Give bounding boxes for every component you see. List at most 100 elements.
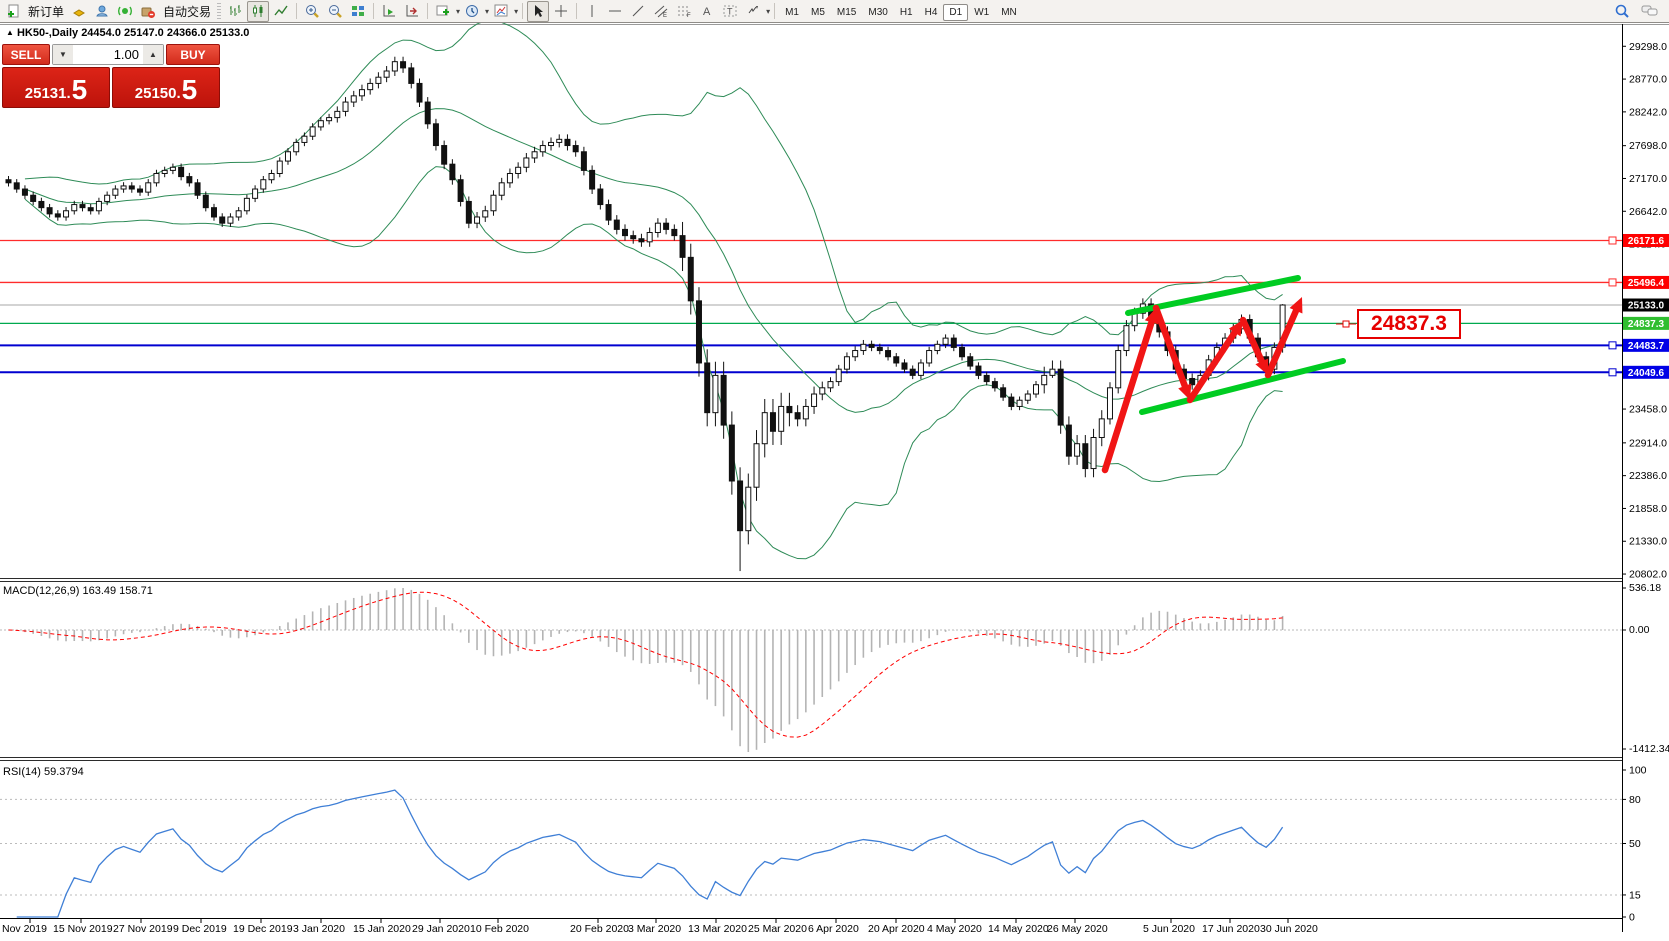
text-label-icon[interactable]: T xyxy=(719,1,741,22)
crosshair-icon[interactable] xyxy=(550,1,572,22)
bull-candle xyxy=(310,127,315,136)
price-tag-text: 26171.6 xyxy=(1628,236,1665,247)
timeframe-d1[interactable]: D1 xyxy=(943,4,968,21)
timeframe-m5[interactable]: M5 xyxy=(805,4,831,21)
bull-candle xyxy=(351,96,356,102)
zoom-in-icon[interactable] xyxy=(301,1,323,22)
arrows-icon[interactable] xyxy=(742,1,764,22)
price-tick-label: 27170.0 xyxy=(1629,173,1667,185)
chat-icon[interactable] xyxy=(1639,1,1661,22)
bear-candle xyxy=(590,170,595,189)
chart-area[interactable]: 29298.028770.028242.027698.027170.026642… xyxy=(0,0,1669,941)
fibonacci-icon[interactable]: F xyxy=(673,1,695,22)
auto-scroll-icon[interactable] xyxy=(378,1,400,22)
rsi-value: 59.3794 xyxy=(44,766,84,778)
trendline-icon[interactable] xyxy=(627,1,649,22)
bull-candle xyxy=(146,183,151,192)
line-chart-icon[interactable] xyxy=(270,1,292,22)
bull-candle xyxy=(1042,375,1047,384)
toolbar-separator xyxy=(217,3,221,19)
line-handle xyxy=(1609,369,1616,376)
price-tick-label: 22914.0 xyxy=(1629,437,1667,449)
new-chart-caret[interactable]: ▾ xyxy=(456,7,460,16)
text-icon[interactable]: A xyxy=(696,1,718,22)
templates-caret[interactable]: ▾ xyxy=(514,7,518,16)
chart-shift-icon[interactable] xyxy=(401,1,423,22)
new-order-icon[interactable] xyxy=(2,1,24,22)
rsi-tick-label: 100 xyxy=(1629,765,1647,777)
bull-candle xyxy=(557,139,562,142)
panel-collapse-icon[interactable]: ▲ xyxy=(6,28,14,37)
volume-up-button[interactable]: ▲ xyxy=(143,45,163,64)
new-order-label[interactable]: 新订单 xyxy=(25,3,67,20)
date-label: 4 May 2020 xyxy=(927,923,982,935)
price-annotation-label[interactable]: 24837.3 xyxy=(1357,309,1461,339)
bull-candle xyxy=(302,136,307,142)
signal-icon[interactable] xyxy=(114,1,136,22)
bull-candle xyxy=(121,186,126,189)
buy-price-display[interactable]: 25150.5 xyxy=(112,67,220,108)
volume-input[interactable] xyxy=(73,45,143,64)
bear-candle xyxy=(680,236,685,258)
bear-candle xyxy=(55,214,60,217)
timeframe-h4[interactable]: H4 xyxy=(919,4,944,21)
bull-candle xyxy=(384,71,389,77)
timeframe-h1[interactable]: H1 xyxy=(894,4,919,21)
auto-trading-icon[interactable] xyxy=(137,1,159,22)
bear-candle xyxy=(672,229,677,235)
price-tick-label: 21330.0 xyxy=(1629,536,1667,548)
sell-button[interactable]: SELL xyxy=(2,44,50,65)
bear-candle xyxy=(458,180,463,202)
line-handle xyxy=(1609,279,1616,286)
vertical-line-icon[interactable] xyxy=(581,1,603,22)
candlestick-chart-icon[interactable] xyxy=(247,1,269,22)
buy-button[interactable]: BUY xyxy=(166,44,220,65)
bear-candle xyxy=(220,217,225,223)
horizontal-line-icon[interactable] xyxy=(604,1,626,22)
timeframe-m1[interactable]: M1 xyxy=(779,4,805,21)
bear-candle xyxy=(688,257,693,300)
bull-candle xyxy=(236,211,241,217)
bear-candle xyxy=(968,357,973,366)
timeframe-m30[interactable]: M30 xyxy=(862,4,893,21)
auto-trading-label[interactable]: 自动交易 xyxy=(160,3,214,20)
bull-candle xyxy=(655,223,660,232)
bull-candle xyxy=(269,173,274,179)
bull-candle xyxy=(516,167,521,173)
symbol-period: HK50-,Daily xyxy=(17,27,78,39)
date-label: 20 Feb 2020 xyxy=(570,923,629,935)
equidistant-channel-icon[interactable]: E xyxy=(650,1,672,22)
tile-windows-icon[interactable] xyxy=(347,1,369,22)
timeframe-mn[interactable]: MN xyxy=(995,4,1023,21)
navigator-icon[interactable] xyxy=(91,1,113,22)
arrows-caret[interactable]: ▾ xyxy=(766,7,770,16)
svg-text:T: T xyxy=(727,7,733,17)
new-chart-icon[interactable] xyxy=(432,1,454,22)
bear-candle xyxy=(1190,378,1195,384)
bear-candle xyxy=(886,351,891,357)
cursor-icon[interactable] xyxy=(527,1,549,22)
bear-candle xyxy=(738,481,743,531)
bear-candle xyxy=(614,220,619,229)
templates-icon[interactable] xyxy=(490,1,512,22)
sell-price-display[interactable]: 25131.5 xyxy=(2,67,110,108)
search-icon[interactable] xyxy=(1611,1,1633,22)
volume-down-button[interactable]: ▼ xyxy=(53,45,73,64)
timeframe-w1[interactable]: W1 xyxy=(968,4,995,21)
svg-text:F: F xyxy=(687,13,691,19)
bull-candle xyxy=(507,173,512,182)
bear-candle xyxy=(664,223,669,229)
bull-candle xyxy=(861,344,866,350)
bars-chart-icon[interactable] xyxy=(224,1,246,22)
date-label: 15 Jan 2020 xyxy=(353,923,411,935)
periods-clock-icon[interactable] xyxy=(461,1,483,22)
bear-candle xyxy=(705,363,710,413)
macd-name: MACD(12,26,9) xyxy=(3,585,79,597)
market-watch-icon[interactable] xyxy=(68,1,90,22)
periods-caret[interactable]: ▾ xyxy=(485,7,489,16)
zoom-out-icon[interactable] xyxy=(324,1,346,22)
ohlc-readout: 24454.0 25147.0 24366.0 25133.0 xyxy=(81,27,249,39)
bear-candle xyxy=(179,167,184,176)
timeframe-m15[interactable]: M15 xyxy=(831,4,862,21)
bear-candle xyxy=(565,139,570,145)
